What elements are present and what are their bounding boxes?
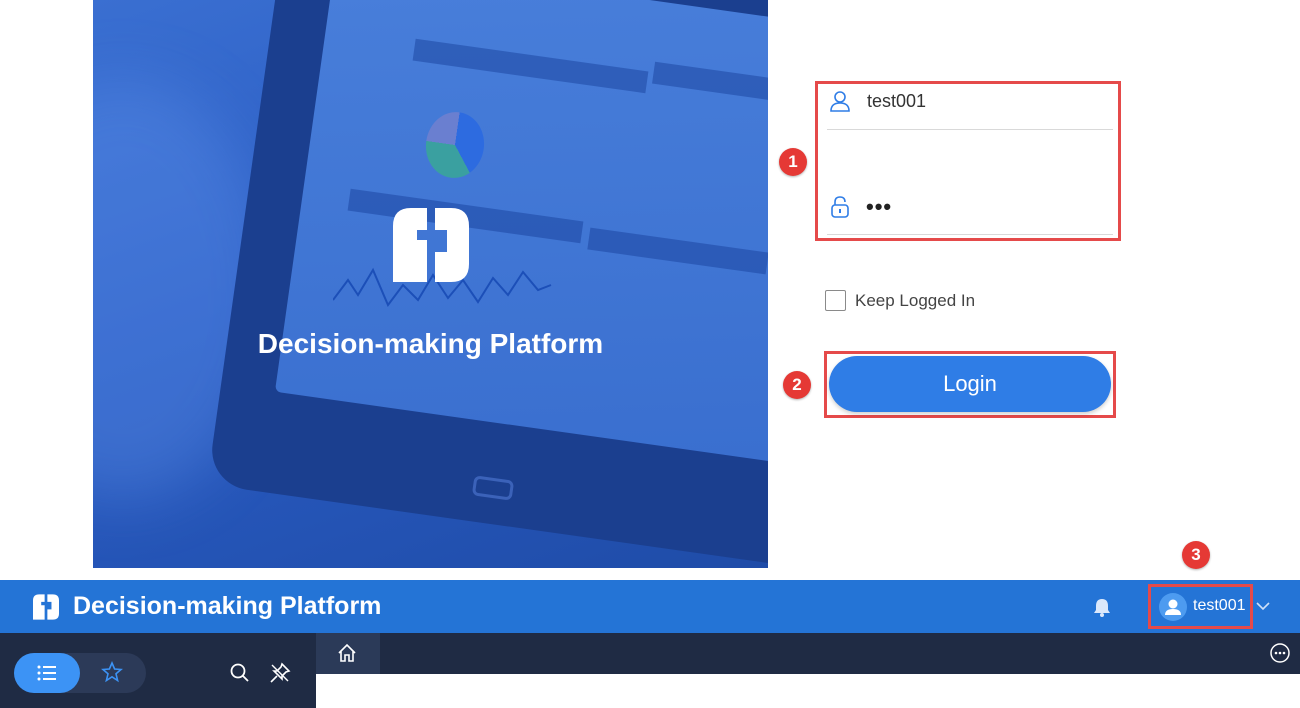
- search-icon[interactable]: [229, 662, 251, 684]
- password-input[interactable]: •••: [866, 194, 892, 220]
- avatar[interactable]: [1159, 593, 1187, 621]
- bell-icon[interactable]: [1093, 597, 1111, 617]
- content-area: [316, 674, 1300, 708]
- app-title: Decision-making Platform: [73, 592, 382, 620]
- keep-logged-in-label[interactable]: Keep Logged In: [855, 291, 975, 311]
- home-icon: [338, 643, 356, 662]
- hero-panel: Decision-making Platform: [93, 0, 768, 568]
- tab-bar: [316, 633, 1300, 674]
- list-icon: [37, 665, 56, 681]
- avatar-icon: [1165, 599, 1181, 615]
- step-marker-1: 1: [779, 148, 807, 176]
- step-marker-2: 2: [783, 371, 811, 399]
- keep-logged-in-checkbox[interactable]: [825, 290, 846, 311]
- step-marker-3: 3: [1182, 541, 1210, 569]
- user-menu-name[interactable]: test001: [1193, 597, 1245, 615]
- more-icon[interactable]: [1269, 642, 1291, 664]
- username-underline: [827, 129, 1113, 130]
- tab-directory[interactable]: [14, 653, 80, 693]
- credentials-highlight-box: [815, 81, 1121, 241]
- tab-home[interactable]: [316, 633, 380, 674]
- platform-logo: [393, 208, 469, 282]
- username-input[interactable]: test001: [867, 91, 926, 112]
- hero-title: Decision-making Platform: [257, 328, 604, 359]
- star-icon[interactable]: [101, 661, 123, 683]
- chevron-down-icon[interactable]: [1255, 598, 1271, 614]
- unpin-icon[interactable]: [269, 662, 291, 684]
- lock-icon: [831, 196, 849, 218]
- app-logo-icon: [33, 594, 59, 620]
- user-icon: [830, 91, 850, 112]
- password-underline: [827, 234, 1113, 235]
- login-button[interactable]: Login: [829, 356, 1111, 412]
